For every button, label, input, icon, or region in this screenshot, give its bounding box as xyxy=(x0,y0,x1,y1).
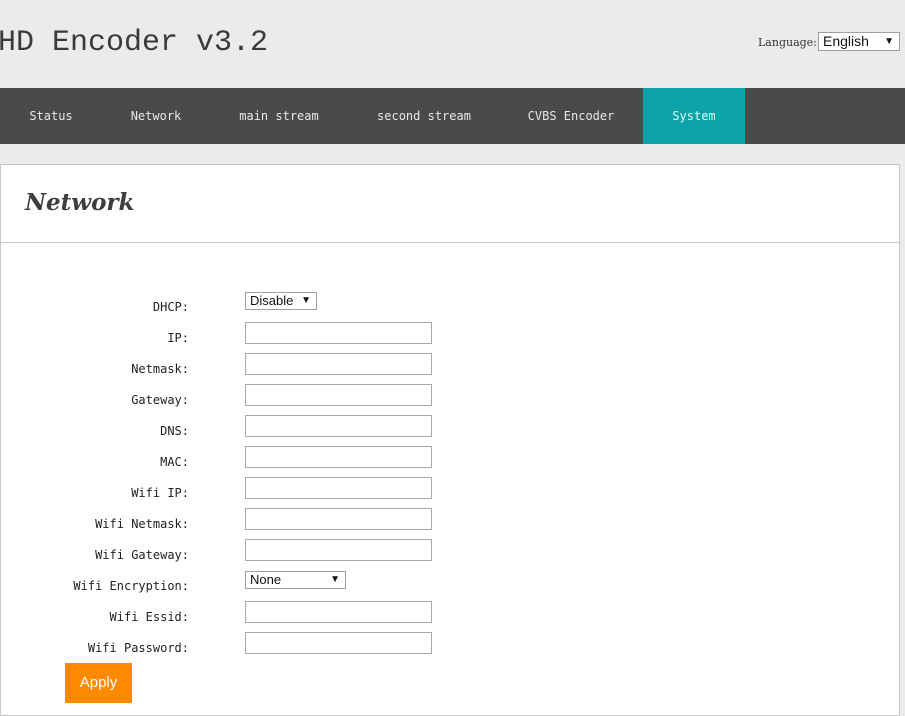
mac-input[interactable] xyxy=(245,446,432,468)
app-title: HD Encoder v3.2 xyxy=(0,26,269,60)
netmask-input[interactable] xyxy=(245,353,432,375)
panel-divider xyxy=(1,242,899,243)
wifi-essid-input[interactable] xyxy=(245,601,432,623)
network-panel: Network DHCP: Disable ▼ IP: Netmask: Gat… xyxy=(0,164,900,716)
dns-label: DNS: xyxy=(160,424,189,438)
language-select-value: English xyxy=(823,33,869,49)
dropdown-arrow-icon: ▼ xyxy=(301,295,311,306)
dropdown-arrow-icon: ▼ xyxy=(884,36,894,47)
dropdown-arrow-icon: ▼ xyxy=(330,574,340,585)
wifi-encryption-select-value: None xyxy=(250,572,282,587)
wifi-password-input[interactable] xyxy=(245,632,432,654)
gateway-label: Gateway: xyxy=(131,393,189,407)
nav-tab-status[interactable]: Status xyxy=(0,88,102,144)
wifi-netmask-input[interactable] xyxy=(245,508,432,530)
wifi-gateway-input[interactable] xyxy=(245,539,432,561)
wifi-netmask-label: Wifi Netmask: xyxy=(95,517,189,531)
panel-title: Network xyxy=(25,189,135,216)
nav-tab-main-stream[interactable]: main stream xyxy=(210,88,348,144)
dns-input[interactable] xyxy=(245,415,432,437)
netmask-label: Netmask: xyxy=(131,362,189,376)
wifi-ip-label: Wifi IP: xyxy=(131,486,189,500)
dhcp-label: DHCP: xyxy=(152,300,189,314)
nav-tab-cvbs-encoder[interactable]: CVBS Encoder xyxy=(500,88,642,144)
nav-tab-network[interactable]: Network xyxy=(102,88,210,144)
ip-input[interactable] xyxy=(245,322,432,344)
wifi-encryption-label: Wifi Encryption: xyxy=(73,579,189,593)
dhcp-select-value: Disable xyxy=(250,293,294,308)
nav-tab-system[interactable]: System xyxy=(643,88,745,144)
wifi-essid-label: Wifi Essid: xyxy=(109,610,189,624)
header: HD Encoder v3.2 Language: English ▼ xyxy=(0,0,905,88)
wifi-password-label: Wifi Password: xyxy=(87,641,189,655)
main-nav: Status Network main stream second stream… xyxy=(0,88,905,144)
dhcp-select[interactable]: Disable ▼ xyxy=(245,292,317,310)
wifi-ip-input[interactable] xyxy=(245,477,432,499)
wifi-encryption-select[interactable]: None ▼ xyxy=(245,571,346,589)
apply-button[interactable]: Apply xyxy=(65,663,132,703)
gateway-input[interactable] xyxy=(245,384,432,406)
language-select[interactable]: English ▼ xyxy=(818,32,900,51)
mac-label: MAC: xyxy=(160,455,189,469)
nav-tab-second-stream[interactable]: second stream xyxy=(348,88,500,144)
language-label: Language: xyxy=(758,36,817,49)
ip-label: IP: xyxy=(167,331,189,345)
wifi-gateway-label: Wifi Gateway: xyxy=(95,548,189,562)
